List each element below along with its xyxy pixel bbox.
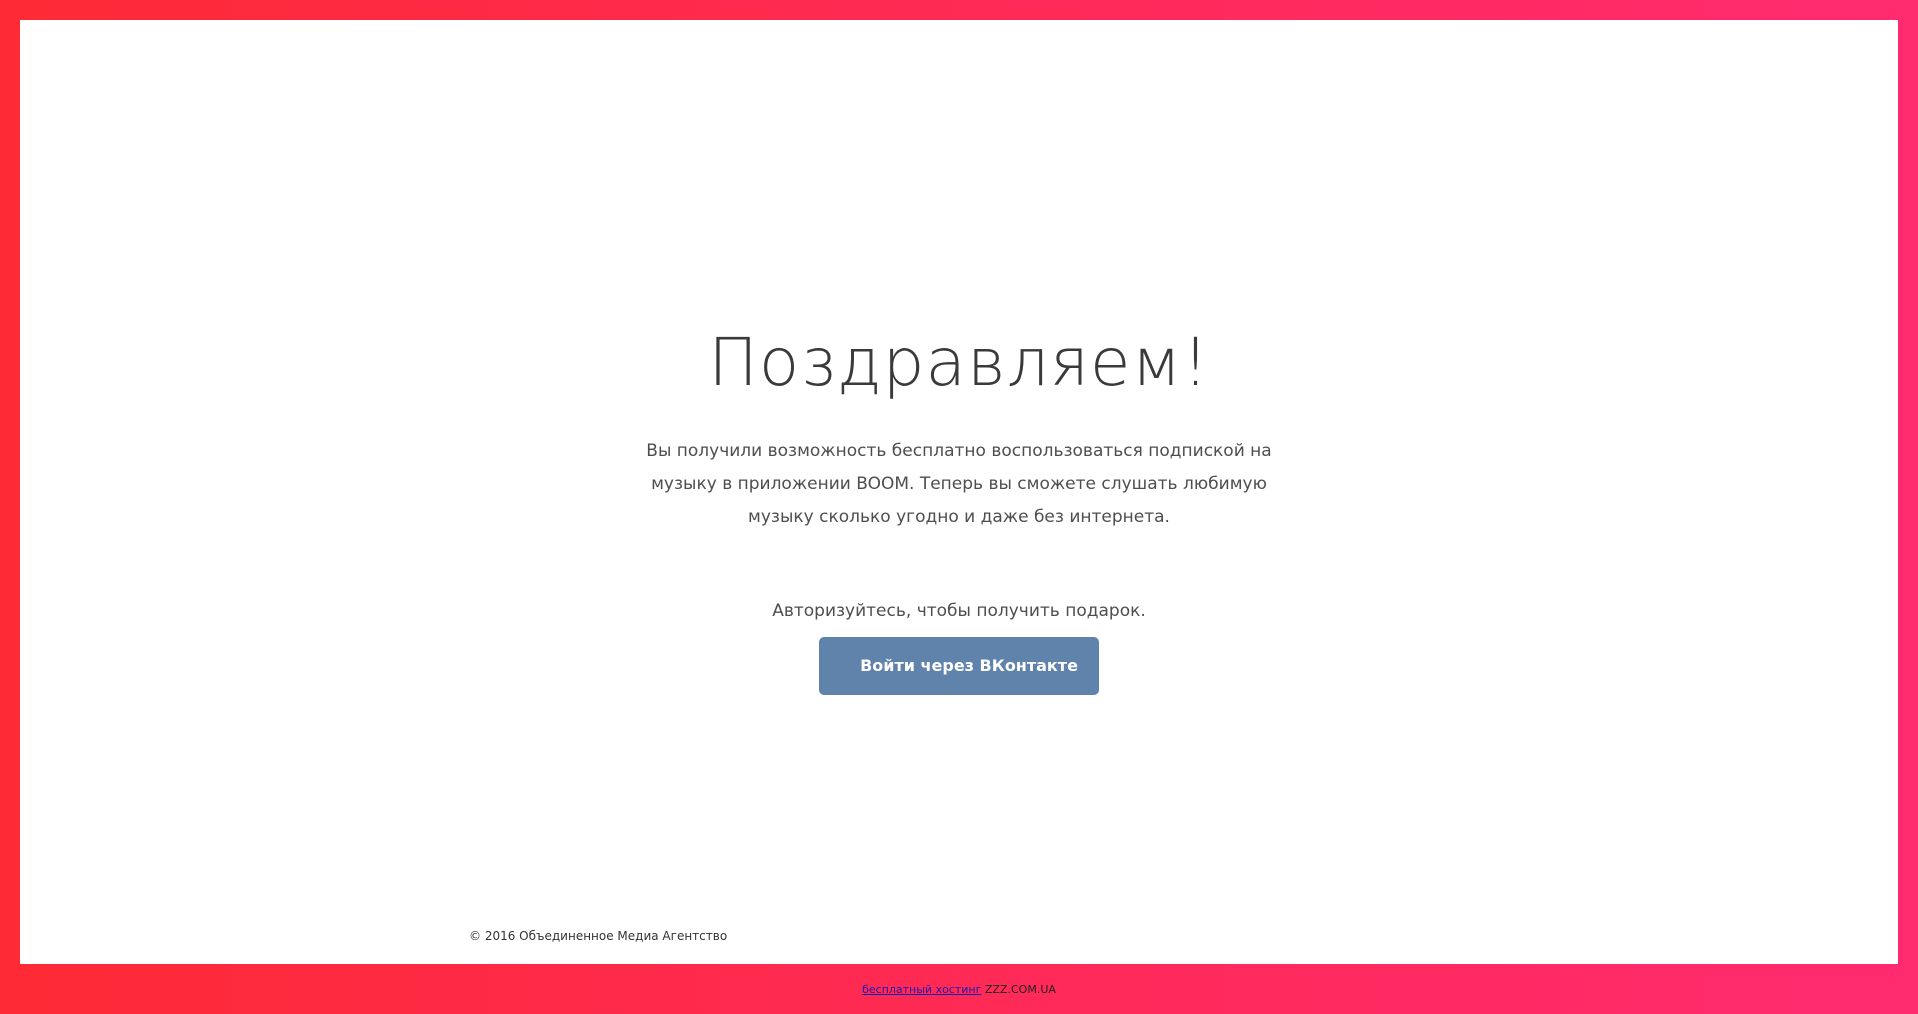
hosting-footer: бесплатный хостинг ZZZ.COM.UA — [0, 983, 1918, 996]
page-title: Поздравляем! — [708, 324, 1210, 401]
hosting-brand: ZZZ.COM.UA — [984, 983, 1056, 996]
gift-description: Вы получили возможность бесплатно воспол… — [646, 441, 1272, 527]
content-card: Поздравляем! Вы получили возможность бес… — [20, 20, 1898, 964]
copyright-text: © 2016 Объединенное Медиа Агентство — [469, 929, 728, 943]
free-hosting-link[interactable]: бесплатный хостинг — [862, 983, 981, 996]
vk-login-button[interactable]: Войти через ВКонтакте — [819, 637, 1099, 695]
auth-prompt: Авторизуйтесь, чтобы получить подарок. — [772, 601, 1146, 621]
